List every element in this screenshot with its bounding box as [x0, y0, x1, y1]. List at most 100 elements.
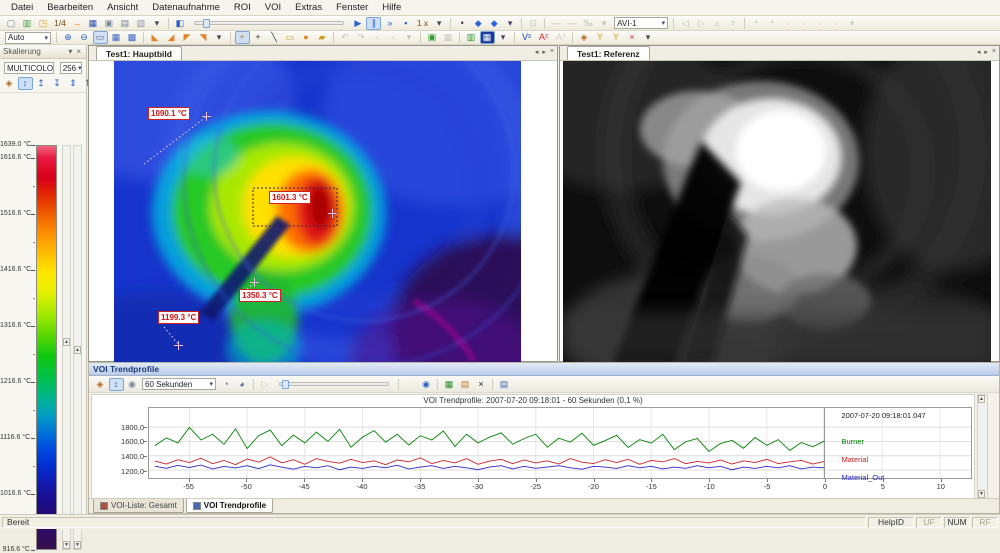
roi-redo-icon[interactable]: ↷	[354, 31, 369, 44]
ambient-a2-icon[interactable]: A²	[536, 31, 552, 44]
slider-down-icon[interactable]: ▼	[63, 541, 70, 549]
fit-window-icon[interactable]: ▭	[93, 31, 108, 44]
profile-zoom-out-icon[interactable]: ◕	[235, 378, 250, 391]
record-position-slider[interactable]	[194, 21, 344, 25]
nav-last-icon[interactable]: ▷	[694, 17, 709, 30]
tab-referenz[interactable]: Test1: Referenz	[567, 46, 650, 60]
delete-correction-icon[interactable]: ×	[625, 31, 640, 44]
export-file-icon[interactable]: ▥	[20, 17, 35, 30]
trend-scrollbar[interactable]: ▲ ▼	[977, 394, 988, 499]
levels-select[interactable]: 256▾	[60, 62, 82, 74]
pan-tool-icon[interactable]: +	[235, 31, 250, 44]
scale-narrow-icon[interactable]: ↥	[34, 77, 49, 90]
roi-copy-icon[interactable]: ▫	[370, 31, 385, 44]
link-view-icon[interactable]: ⊡	[526, 17, 541, 30]
menu-hilfe[interactable]: Hilfe	[375, 1, 408, 14]
alarm-a3-icon[interactable]: ▫	[781, 17, 796, 30]
tab-scroll-left-icon[interactable]: ◂	[534, 48, 540, 56]
flip-horizontal-icon[interactable]: ◤	[180, 31, 195, 44]
y1-correction-icon[interactable]: Y	[593, 31, 608, 44]
tab-hauptbild[interactable]: Test1: Hauptbild	[96, 46, 182, 60]
isotherm-icon[interactable]: ▣	[425, 31, 440, 44]
menu-datenaufnahme[interactable]: Datenaufnahme	[145, 1, 227, 14]
pause-icon[interactable]: ∥	[366, 17, 381, 30]
y2-correction-icon[interactable]: Y	[609, 31, 624, 44]
clear-trend-icon[interactable]: ×	[474, 378, 489, 391]
export-image-icon[interactable]: ▧	[133, 17, 148, 30]
stop-icon[interactable]: ▪	[398, 17, 413, 30]
flip-vertical-icon[interactable]: ◥	[196, 31, 211, 44]
trend-cursor-icon[interactable]: ◌	[403, 378, 418, 391]
audio-icon[interactable]: ◧	[172, 17, 187, 30]
marker-more-icon[interactable]: ▾	[503, 17, 518, 30]
menu-roi[interactable]: ROI	[227, 1, 258, 14]
auto-scale-icon[interactable]: ↕	[18, 77, 33, 90]
palette-edit-icon[interactable]: ◈	[577, 31, 592, 44]
temperature-gradient-bar[interactable]	[36, 145, 57, 550]
new-file-icon[interactable]: ▢	[4, 17, 19, 30]
menu-extras[interactable]: Extras	[288, 1, 329, 14]
slider-down-icon[interactable]: ▼	[74, 541, 81, 549]
scale-widen-icon[interactable]: ↧	[50, 77, 65, 90]
tab-close-icon[interactable]: ×	[991, 48, 997, 56]
trend-autoscale-icon[interactable]: ↕	[109, 378, 124, 391]
show-values-icon[interactable]: ◉	[419, 378, 434, 391]
grid-icon[interactable]: ▦	[441, 31, 456, 44]
slider-up-icon[interactable]: ▲	[63, 338, 70, 346]
scale-shift-up-icon[interactable]: ⇕	[66, 77, 81, 90]
scroll-up-icon[interactable]: ▲	[978, 395, 985, 403]
copy-image-icon[interactable]: ▣	[101, 17, 116, 30]
save-icon[interactable]: ▦	[85, 17, 100, 30]
roi-rectangle-icon[interactable]: ▭	[283, 31, 298, 44]
voltage-v2-icon[interactable]: V²	[519, 31, 535, 44]
matrix-more-icon[interactable]: ▾	[496, 31, 511, 44]
print-trend-icon[interactable]: ▤	[497, 378, 512, 391]
menu-fenster[interactable]: Fenster	[329, 1, 375, 14]
slider-up-icon[interactable]: ▲	[74, 346, 81, 354]
scale-min-slider[interactable]: ▲ ▼	[73, 145, 82, 550]
rotate-left-icon[interactable]: ◣	[148, 31, 163, 44]
alarm-a1-icon[interactable]: ª	[749, 17, 764, 30]
alarm-more-icon[interactable]: ▾	[845, 17, 860, 30]
palette-select[interactable]: MULTICOLOR▾	[4, 62, 54, 74]
menu-datei[interactable]: Datei	[4, 1, 40, 14]
thermal-image-canvas[interactable]	[114, 61, 521, 363]
roi-line-icon[interactable]: ╲	[267, 31, 282, 44]
roi-more-icon[interactable]: ▾	[402, 31, 417, 44]
roi-polygon-icon[interactable]: ▰	[315, 31, 330, 44]
trend-play-icon[interactable]: ▷	[258, 378, 273, 391]
print-icon[interactable]: ▤	[117, 17, 132, 30]
slider-thumb[interactable]	[203, 19, 210, 28]
trend-palette-icon[interactable]: ◈	[93, 378, 108, 391]
rotate-right-icon[interactable]: ◢	[164, 31, 179, 44]
nav-first-icon[interactable]: ◁	[678, 17, 693, 30]
file-more-icon[interactable]: ▾	[149, 17, 164, 30]
alarm-a6-icon[interactable]: ▫	[829, 17, 844, 30]
tab-close-icon[interactable]: ×	[549, 48, 555, 56]
fill-view-icon[interactable]: ▩	[125, 31, 140, 44]
tab-scroll-right-icon[interactable]: ▸	[983, 48, 989, 56]
measure-more-icon[interactable]: ▾	[597, 17, 612, 30]
alarm-a5-icon[interactable]: ▫	[813, 17, 828, 30]
pin-icon[interactable]: ▾	[66, 47, 74, 56]
marker-prev-icon[interactable]: ◆	[471, 17, 486, 30]
profile-zoom-in-icon[interactable]: ◔	[219, 378, 234, 391]
trend-position-slider[interactable]	[279, 382, 389, 386]
menu-voi[interactable]: VOI	[258, 1, 288, 14]
trend-zoom-icon[interactable]: ◉	[125, 378, 140, 391]
subsample-icon[interactable]: ‰	[581, 17, 596, 30]
marker-next-icon[interactable]: ◆	[487, 17, 502, 30]
roi-ellipse-icon[interactable]: ●	[299, 31, 314, 44]
export-chart-icon[interactable]: ▤	[458, 378, 473, 391]
bottom-tab-voi-liste-gesamt[interactable]: VOI-Liste: Gesamt	[93, 499, 184, 513]
measure-line1-icon[interactable]: —	[549, 17, 564, 30]
correction-more-icon[interactable]: ▾	[641, 31, 656, 44]
interval-select[interactable]: 60 Sekunden▾	[142, 378, 216, 390]
open-file-icon[interactable]: ◳	[36, 17, 51, 30]
close-icon[interactable]: ×	[74, 47, 83, 56]
record-dot-icon[interactable]: •	[455, 17, 470, 30]
slider-thumb[interactable]	[282, 380, 289, 389]
roi-paste-icon[interactable]: ▫	[386, 31, 401, 44]
alarm-a4-icon[interactable]: ▫	[797, 17, 812, 30]
tab-scroll-left-icon[interactable]: ◂	[976, 48, 982, 56]
